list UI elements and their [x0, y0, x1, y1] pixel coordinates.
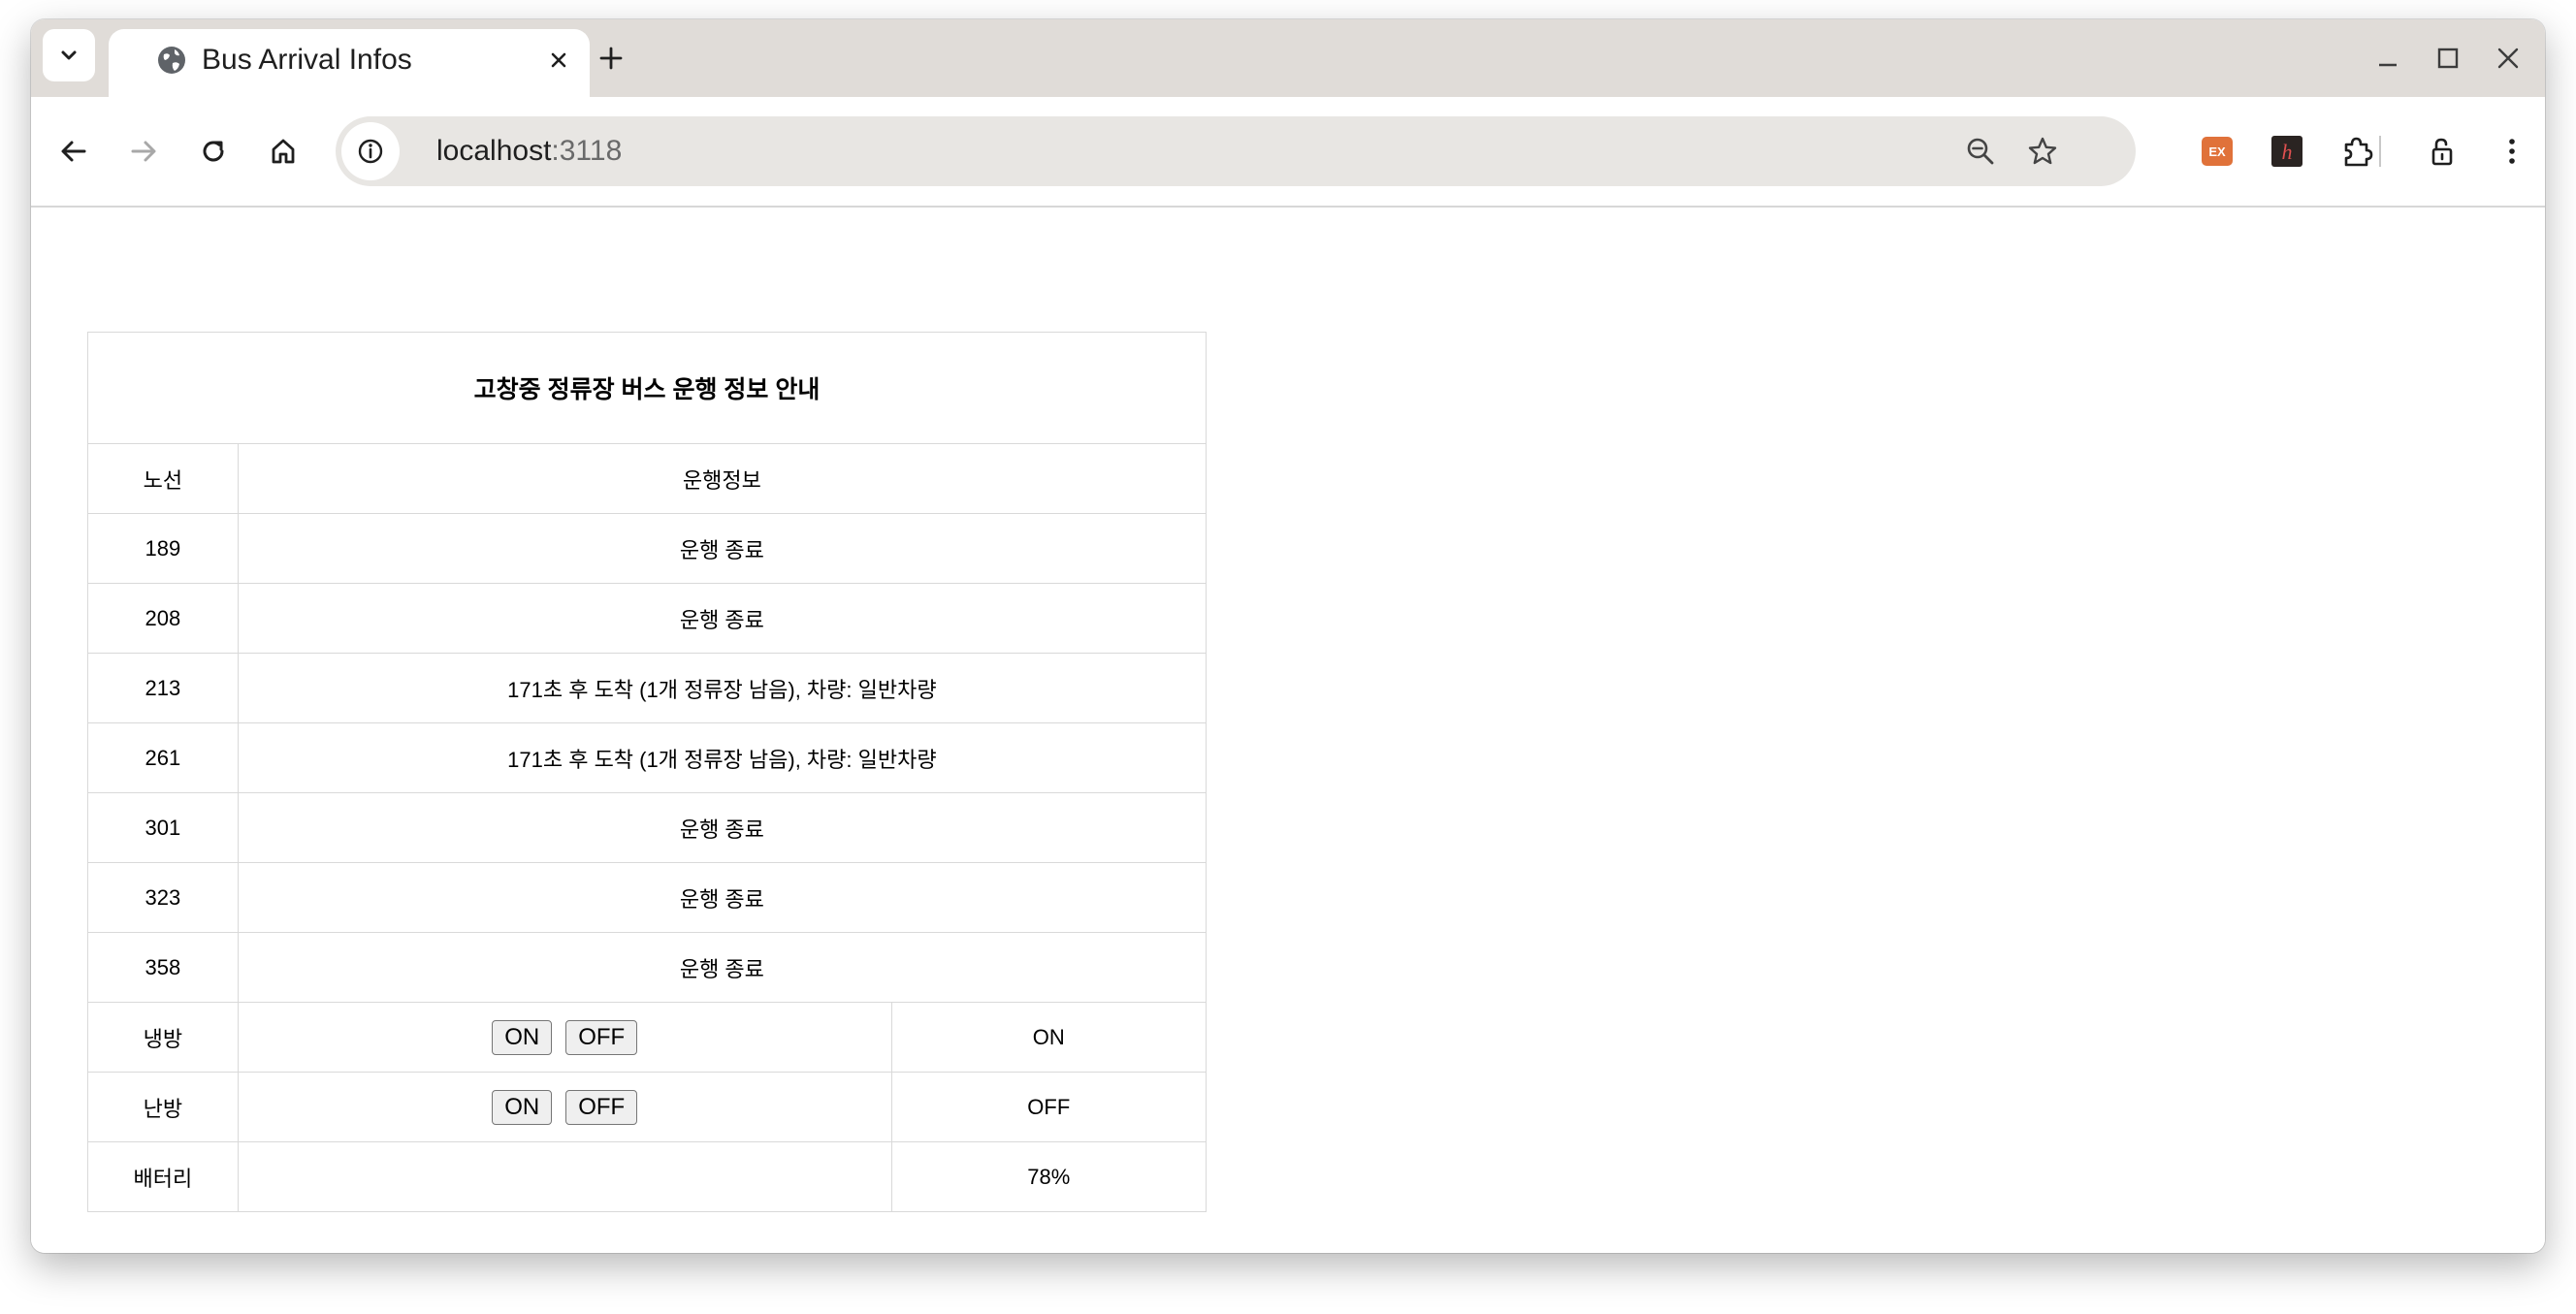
route-number: 189 — [87, 513, 239, 584]
route-number: 323 — [87, 862, 239, 933]
heating-row: 난방 ON OFF OFF — [87, 1072, 1208, 1142]
route-info: 운행 종료 — [237, 792, 1208, 863]
battery-row: 배터리 78% — [87, 1141, 1208, 1212]
browser-menu-button[interactable] — [2483, 122, 2541, 180]
lock-icon — [2431, 138, 2453, 166]
table-title: 고창중 정류장 버스 운행 정보 안내 — [87, 332, 1207, 444]
tab-strip: Bus Arrival Infos — [31, 19, 2545, 97]
cooling-controls: ON OFF — [237, 1002, 892, 1073]
back-button[interactable] — [45, 122, 103, 180]
page-content: 고창중 정류장 버스 운행 정보 안내 노선 운행정보 189 운행 종료 20… — [31, 208, 2545, 1253]
maximize-button[interactable] — [2431, 41, 2465, 76]
battery-label: 배터리 — [87, 1141, 239, 1212]
url-host: localhost — [436, 135, 552, 167]
route-number: 301 — [87, 792, 239, 863]
table-row: 358 운행 종료 — [87, 932, 1208, 1003]
reload-button[interactable] — [184, 122, 242, 180]
close-window-button[interactable] — [2491, 41, 2526, 76]
cooling-off-button[interactable]: OFF — [565, 1019, 638, 1055]
table-row: 189 운행 종료 — [87, 513, 1208, 584]
reload-icon — [203, 141, 224, 162]
heating-label: 난방 — [87, 1072, 239, 1142]
tab-bus-arrival-infos[interactable]: Bus Arrival Infos — [109, 29, 590, 97]
close-icon — [2497, 48, 2519, 69]
browser-toolbar: localhost:3118 EX h — [31, 97, 2545, 208]
table-header-row: 노선 운행정보 — [87, 443, 1208, 514]
arrow-right-icon — [131, 141, 156, 162]
url-text[interactable]: localhost:3118 — [436, 133, 622, 170]
h-extension-button[interactable]: h — [2258, 122, 2316, 180]
tab-search-button[interactable] — [43, 29, 95, 81]
plus-icon — [599, 47, 623, 70]
home-icon — [272, 139, 295, 164]
header-route: 노선 — [87, 443, 239, 514]
ex-extension-icon: EX — [2202, 137, 2233, 166]
new-tab-button[interactable] — [594, 41, 628, 76]
route-number: 261 — [87, 722, 239, 793]
browser-window: Bus Arrival Infos localhost:3118 EX h 고창… — [31, 19, 2545, 1253]
extensions-button[interactable] — [2328, 122, 2386, 180]
ex-extension-label: EX — [2208, 144, 2226, 159]
tab-title: Bus Arrival Infos — [202, 44, 412, 76]
route-info: 운행 종료 — [237, 513, 1208, 584]
zoom-button[interactable] — [1957, 128, 2004, 175]
zoom-out-icon — [1967, 138, 1994, 165]
minimize-button[interactable] — [2370, 41, 2405, 76]
route-info: 운행 종료 — [237, 583, 1208, 654]
heating-state: OFF — [890, 1072, 1208, 1142]
table-row: 208 운행 종료 — [87, 583, 1208, 654]
tab-close-button[interactable] — [541, 43, 576, 78]
cooling-state: ON — [890, 1002, 1208, 1073]
route-info: 운행 종료 — [237, 862, 1208, 933]
forward-button[interactable] — [114, 122, 173, 180]
table-title-row: 고창중 정류장 버스 운행 정보 안내 — [87, 332, 1207, 444]
bus-info-table: 고창중 정류장 버스 운행 정보 안내 노선 운행정보 189 운행 종료 20… — [87, 332, 1208, 1212]
minimize-icon — [2379, 63, 2397, 67]
star-icon — [2028, 137, 2057, 165]
close-icon — [551, 52, 566, 68]
heating-off-button[interactable]: OFF — [565, 1089, 638, 1125]
ex-extension-button[interactable]: EX — [2188, 122, 2246, 180]
site-info-button[interactable] — [341, 122, 400, 180]
route-number: 208 — [87, 583, 239, 654]
heating-on-button[interactable]: ON — [492, 1089, 553, 1125]
route-info: 운행 종료 — [237, 932, 1208, 1003]
table-row: 213 171초 후 도착 (1개 정류장 남음), 차량: 일반차량 — [87, 653, 1208, 723]
kebab-menu-icon — [2509, 139, 2515, 164]
route-number: 358 — [87, 932, 239, 1003]
heating-controls: ON OFF — [237, 1072, 892, 1142]
battery-empty-cell — [237, 1141, 892, 1212]
home-button[interactable] — [254, 122, 312, 180]
puzzle-icon — [2344, 137, 2373, 167]
route-number: 213 — [87, 653, 239, 723]
chevron-down-icon — [61, 50, 77, 60]
table-row: 301 운행 종료 — [87, 792, 1208, 863]
toolbar-separator — [2379, 136, 2381, 167]
table-row: 323 운행 종료 — [87, 862, 1208, 933]
route-info: 171초 후 도착 (1개 정류장 남음), 차량: 일반차량 — [237, 653, 1208, 723]
route-info: 171초 후 도착 (1개 정류장 남음), 차량: 일반차량 — [237, 722, 1208, 793]
table-row: 261 171초 후 도착 (1개 정류장 남음), 차량: 일반차량 — [87, 722, 1208, 793]
h-extension-label: h — [2282, 140, 2293, 164]
bookmark-button[interactable] — [2019, 128, 2066, 175]
h-extension-icon: h — [2271, 136, 2302, 167]
cooling-label: 냉방 — [87, 1002, 239, 1073]
globe-icon — [158, 47, 185, 74]
cooling-on-button[interactable]: ON — [492, 1019, 553, 1055]
address-bar[interactable]: localhost:3118 — [336, 116, 2136, 186]
header-info: 운행정보 — [237, 443, 1208, 514]
info-icon — [358, 139, 383, 164]
maximize-icon — [2437, 48, 2459, 69]
lock-extension-button[interactable] — [2413, 122, 2471, 180]
battery-value: 78% — [890, 1141, 1208, 1212]
arrow-left-icon — [61, 141, 86, 162]
cooling-row: 냉방 ON OFF ON — [87, 1002, 1208, 1073]
url-port: :3118 — [551, 135, 623, 167]
